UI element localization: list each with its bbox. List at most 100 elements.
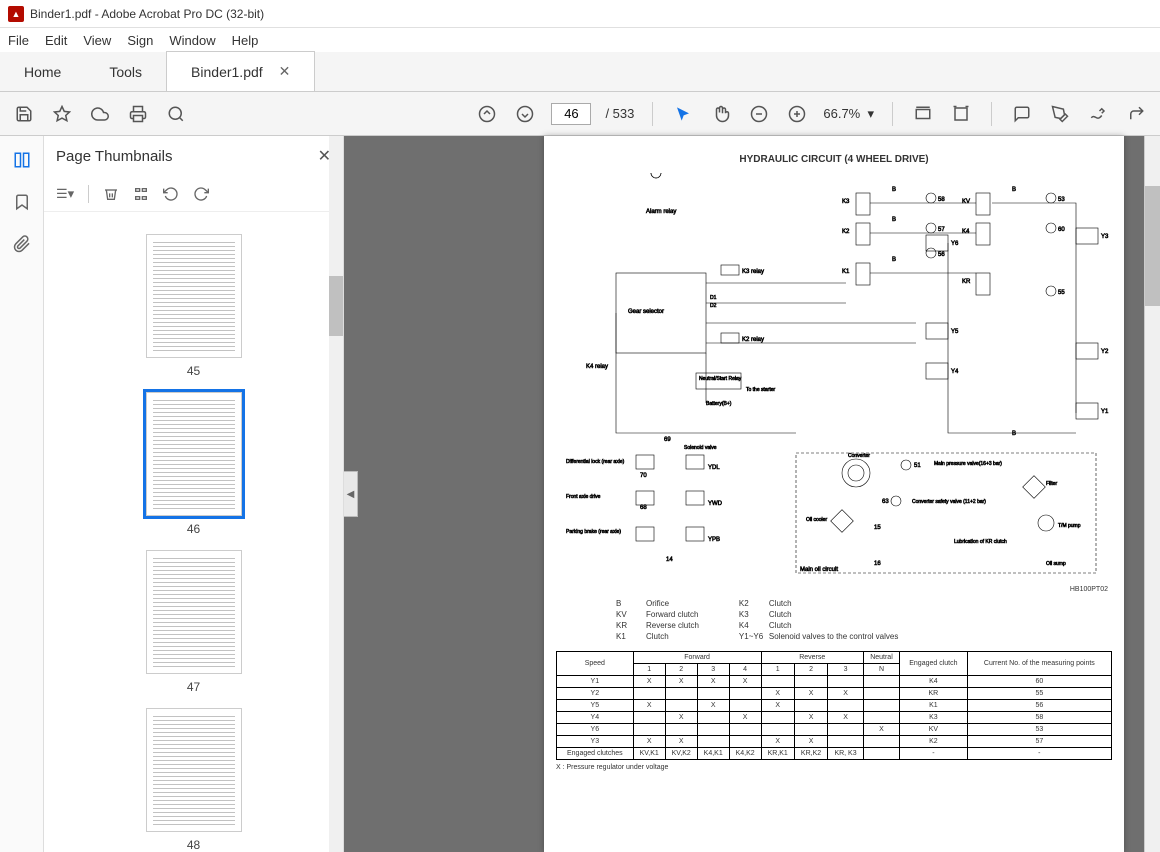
svg-text:T/M pump: T/M pump xyxy=(1058,523,1081,529)
fit-page-icon[interactable] xyxy=(949,102,973,126)
svg-text:Y6: Y6 xyxy=(951,241,959,247)
highlight-icon[interactable] xyxy=(1048,102,1072,126)
page-number-input[interactable] xyxy=(551,103,591,125)
comment-icon[interactable] xyxy=(1010,102,1034,126)
page-title: HYDRAULIC CIRCUIT (4 WHEEL DRIVE) xyxy=(556,154,1112,165)
svg-text:57: 57 xyxy=(938,227,945,233)
bookmark-icon[interactable] xyxy=(10,190,34,214)
svg-text:KV: KV xyxy=(962,199,970,205)
svg-text:Main pressure valve(16+3 bar): Main pressure valve(16+3 bar) xyxy=(934,461,1002,467)
thumbnails-icon[interactable] xyxy=(10,148,34,172)
svg-text:58: 58 xyxy=(938,197,945,203)
menu-window[interactable]: Window xyxy=(169,33,215,48)
close-icon[interactable]: ✕ xyxy=(279,63,291,80)
svg-text:B: B xyxy=(892,257,896,263)
tab-document[interactable]: Binder1.pdf ✕ xyxy=(166,51,315,91)
svg-text:YWD: YWD xyxy=(708,501,723,507)
tab-home[interactable]: Home xyxy=(0,52,85,91)
page-down-icon[interactable] xyxy=(513,102,537,126)
svg-text:60: 60 xyxy=(1058,227,1065,233)
thumbnails-scrollbar[interactable] xyxy=(329,136,343,852)
svg-text:KR: KR xyxy=(962,279,971,285)
svg-text:Front axle drive: Front axle drive xyxy=(566,494,601,500)
svg-text:B: B xyxy=(892,187,896,193)
svg-text:70: 70 xyxy=(640,473,647,479)
svg-text:68: 68 xyxy=(640,505,647,511)
save-icon[interactable] xyxy=(12,102,36,126)
thumbnail-item[interactable]: 47 xyxy=(44,550,343,694)
thumbnails-list[interactable]: 4546474849 xyxy=(44,212,343,852)
svg-text:To the starter: To the starter xyxy=(746,387,776,393)
svg-text:63: 63 xyxy=(882,499,889,505)
main-area: Page Thumbnails ✕ ☰▾ 4546474849 ◀ HYDRAU… xyxy=(0,136,1160,852)
menu-bar: File Edit View Sign Window Help xyxy=(0,28,1160,52)
menu-edit[interactable]: Edit xyxy=(45,33,67,48)
thumbnails-panel: Page Thumbnails ✕ ☰▾ 4546474849 xyxy=(44,136,344,852)
pdf-icon: ▲ xyxy=(8,6,24,22)
fit-width-icon[interactable] xyxy=(911,102,935,126)
star-icon[interactable] xyxy=(50,102,74,126)
svg-text:15: 15 xyxy=(874,525,881,531)
svg-text:Y2: Y2 xyxy=(1101,349,1109,355)
svg-text:Converter: Converter xyxy=(848,453,870,459)
svg-text:K3 relay: K3 relay xyxy=(742,269,764,275)
menu-file[interactable]: File xyxy=(8,33,29,48)
more-icon[interactable] xyxy=(1124,102,1148,126)
cloud-icon[interactable] xyxy=(88,102,112,126)
tab-tools[interactable]: Tools xyxy=(85,52,166,91)
thumbnails-title: Page Thumbnails xyxy=(56,148,172,165)
reflow-icon[interactable] xyxy=(133,186,149,202)
svg-text:D1: D1 xyxy=(710,295,717,301)
zoom-level[interactable]: 66.7% ▾ xyxy=(823,106,874,122)
thumbnail-item[interactable]: 48 xyxy=(44,708,343,852)
svg-text:K4: K4 xyxy=(962,229,970,235)
svg-text:Main oil circuit: Main oil circuit xyxy=(800,567,838,573)
delete-icon[interactable] xyxy=(103,186,119,202)
legend: BOrificeKVForward clutchKRReverse clutch… xyxy=(616,599,1092,641)
menu-help[interactable]: Help xyxy=(232,33,259,48)
page-total: / 533 xyxy=(605,106,634,121)
rotate-cw-icon[interactable] xyxy=(193,186,209,202)
svg-text:Oil cooler: Oil cooler xyxy=(806,517,827,523)
svg-text:Gear selector: Gear selector xyxy=(628,309,664,315)
rotate-ccw-icon[interactable] xyxy=(163,186,179,202)
zoom-out-icon[interactable] xyxy=(747,102,771,126)
svg-text:Y5: Y5 xyxy=(951,329,959,335)
thumbnail-label: 48 xyxy=(187,838,200,852)
sign-icon[interactable] xyxy=(1086,102,1110,126)
svg-text:Y1: Y1 xyxy=(1101,409,1109,415)
hand-icon[interactable] xyxy=(709,102,733,126)
hydraulic-diagram: K3 K2 K1 KV K4 KR BBB BB 58 57 56 53 xyxy=(556,173,1112,583)
tab-document-label: Binder1.pdf xyxy=(191,64,263,80)
tabs-row: Home Tools Binder1.pdf ✕ xyxy=(0,52,1160,92)
svg-text:Oil sump: Oil sump xyxy=(1046,561,1066,567)
list-options-icon[interactable]: ☰▾ xyxy=(56,186,74,202)
thumbnails-toolbar: ☰▾ xyxy=(44,176,343,212)
thumbnail-label: 47 xyxy=(187,680,200,694)
menu-view[interactable]: View xyxy=(83,33,111,48)
svg-text:B: B xyxy=(1012,431,1016,437)
document-scrollbar[interactable] xyxy=(1144,136,1160,852)
thumbnail-label: 46 xyxy=(187,522,200,536)
svg-text:Y4: Y4 xyxy=(951,369,959,375)
page-up-icon[interactable] xyxy=(475,102,499,126)
zoom-in-icon[interactable] xyxy=(785,102,809,126)
svg-text:K4 relay: K4 relay xyxy=(586,364,608,370)
thumbnail-item[interactable]: 45 xyxy=(44,234,343,378)
svg-text:B: B xyxy=(1012,187,1016,193)
attachment-icon[interactable] xyxy=(10,232,34,256)
collapse-panel-icon[interactable]: ◀ xyxy=(344,471,358,517)
print-icon[interactable] xyxy=(126,102,150,126)
svg-text:Differential lock (rear axle): Differential lock (rear axle) xyxy=(566,459,625,465)
document-area[interactable]: ◀ HYDRAULIC CIRCUIT (4 WHEEL DRIVE) K3 K… xyxy=(344,136,1144,852)
svg-text:14: 14 xyxy=(666,557,673,563)
svg-text:55: 55 xyxy=(1058,290,1065,296)
thumbnail-item[interactable]: 46 xyxy=(44,392,343,536)
menu-sign[interactable]: Sign xyxy=(127,33,153,48)
thumbnail-label: 45 xyxy=(187,364,200,378)
svg-text:Converter safety valve (11+2 b: Converter safety valve (11+2 bar) xyxy=(912,499,986,505)
svg-text:Lubrication of KR clutch: Lubrication of KR clutch xyxy=(954,539,1007,545)
svg-text:K2 relay: K2 relay xyxy=(742,337,764,343)
search-icon[interactable] xyxy=(164,102,188,126)
select-icon[interactable] xyxy=(671,102,695,126)
